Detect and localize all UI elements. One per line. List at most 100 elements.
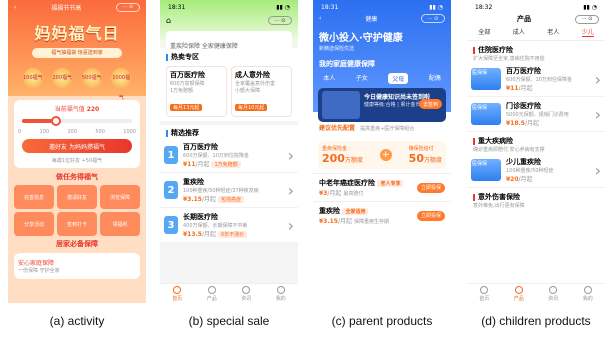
green-header: 18:31 ▮▮ ◔ ⌂ ··· ⊙ 重疾险保障 全家健康保障 [160, 0, 298, 54]
tab-mine[interactable]: 我的 [583, 285, 593, 302]
tab-news[interactable]: 资讯 [548, 285, 558, 302]
mini-program-capsule[interactable]: ··· ⊙ [115, 2, 140, 12]
chevron-right-icon: › [287, 145, 294, 165]
tab-child[interactable]: 子女 [356, 73, 368, 84]
task-card[interactable]: 分享活动 [14, 212, 54, 236]
tab-senior[interactable]: 老人 [547, 27, 559, 37]
progress-slider [22, 116, 132, 126]
chevron-right-icon: › [594, 104, 601, 124]
invite-button[interactable]: 邀好友 为妈妈攒福气 [22, 139, 132, 153]
product-row[interactable]: 重疾险 全家适用 ¥3.15/月起 保障重疾生存期 立即投保 [313, 201, 451, 229]
tab-mine[interactable]: 我的 [276, 285, 286, 302]
tab-all[interactable]: 全部 [478, 27, 490, 37]
mini-program-capsule[interactable]: ··· ⊙ [575, 14, 599, 24]
slider-tick: 1000 [123, 129, 136, 135]
chevron-right-icon: › [287, 180, 294, 200]
progress-card: 当前福气值 220 0 100 200 500 1000 邀好友 为妈妈攒福气 … [14, 100, 140, 168]
headline: 微小投入·守护健康 [319, 33, 403, 44]
status-time: 18:31 [168, 3, 186, 11]
campaign-title: 妈妈福气日 [34, 24, 120, 43]
zone-card[interactable]: 成人意外险 全家覆盖意外伤害 小额大保障 每月10元起 [231, 66, 292, 117]
banner-illustration [322, 91, 360, 119]
caption-children-products: (d) children products [481, 314, 591, 328]
chevron-right-icon: › [287, 215, 294, 235]
tab-home[interactable]: 首页 [172, 285, 182, 302]
caption-special-sale: (b) special sale [188, 314, 270, 328]
blue-header: 18:31 ▮▮ ◔ ‹ 健康 ··· ⊙ 微小投入·守护健康 新精选保险优选 我… [313, 0, 451, 122]
tab-home[interactable]: 首页 [479, 285, 489, 302]
age-tabs: 全部 成人 老人 少儿 [467, 24, 605, 41]
status-time: 18:31 [321, 3, 339, 11]
status-icons: ▮▮ ◔ [429, 3, 443, 11]
mini-program-capsule[interactable]: ··· ⊙ [268, 16, 292, 25]
children-products-screen: 18:32 ▮▮ ◔ 产品 ··· ⊙ 全部 成人 老人 少儿 住院医疗险 扩大保… [467, 0, 605, 303]
guard-text: 安心家庭保障 [18, 260, 55, 267]
task-card[interactable]: 领福利 [100, 212, 140, 236]
nav-title: 福福节节高 [51, 4, 82, 12]
product-row[interactable]: 中老年癌症医疗险 老人专享 ¥3/月起 最高赔付 立即投保 [313, 173, 451, 201]
section-hospital: 住院医疗险 扩大保障至全家,患病住院不用愁 [473, 46, 545, 62]
tab-parents[interactable]: 父母 [388, 73, 409, 84]
hot-zone-title: 热卖专区 [171, 53, 199, 61]
caption-parent-products: (c) parent products [331, 314, 433, 328]
task-section-title: 做任务得福气 [56, 173, 98, 181]
product-thumbnail: 医保保 [471, 159, 501, 181]
tab-news[interactable]: 资讯 [241, 285, 251, 302]
coin-reward[interactable]: 1000福气 [111, 68, 132, 101]
task-card[interactable]: 浏览保障 [100, 185, 140, 209]
product-item[interactable]: 医保保 百万医疗险 600万保额、10万到住保障金 ¥11/月起 › [467, 62, 605, 97]
home-icon[interactable]: ⌂ [166, 16, 171, 25]
task-card[interactable]: 邀请好友 [57, 185, 97, 209]
campaign-subtitle: 福气抽福袋 惊喜送到家 [32, 48, 122, 58]
nav-title: 健康 [365, 16, 378, 23]
checkin-banner[interactable]: 今日健康知识尚未签到啦 健康等级:合格 | 累计金币:30 去签到 [318, 88, 446, 122]
guard-card[interactable]: 安心家庭保障 一份保障 守护全家 [14, 253, 140, 279]
headline-sub: 新精选保险优选 [319, 46, 355, 52]
coin-reward[interactable]: 200福气 [52, 68, 73, 88]
task-card[interactable]: 完善信息 [14, 185, 54, 209]
coin-reward[interactable]: 500福气 [81, 68, 102, 88]
zone-card[interactable]: 百万医疗险 600万高额保障 1万免赔额 每月13元起 [166, 66, 227, 117]
buy-button[interactable]: 立即投保 [416, 210, 445, 221]
slider-tick: 0 [18, 129, 22, 135]
hot-zone: 热卖专区 百万医疗险 600万高额保障 1万免赔额 每月13元起 成人意外险 全… [160, 48, 298, 121]
slider-tick: 100 [39, 129, 50, 135]
pick-item[interactable]: 3 长期医疗险 400万保额、长期保障不中断 ¥13.5/月起 6年不涨价 › [160, 208, 298, 243]
task-card[interactable]: 签到打卡 [57, 212, 97, 236]
caption-activity: (a) activity [49, 314, 105, 328]
activity-screen: ‹ 福福节节高 ··· ⊙ 妈妈福气日 福气抽福袋 惊喜送到家 100福气 20… [8, 0, 146, 303]
pick-item[interactable]: 1 百万医疗险 600万保额、10万到住院降金 ¥11/月起 1万免赔额 › [160, 138, 298, 173]
combo-card[interactable]: 重疾保险金 200万额度 + 赚保险给付 50万额度 [318, 141, 446, 169]
tab-children[interactable]: 少儿 [581, 27, 594, 37]
bottom-tab-bar: 首页 产品 资讯 我的 [160, 283, 298, 303]
family-section-title: 我的家庭健康保障 [319, 60, 375, 68]
family-tabs: 本人 子女 父母 配偶 [313, 73, 451, 84]
task-grid: 完善信息 邀请好友 浏览保障 分享活动 签到打卡 领福利 [8, 185, 146, 236]
slider-tick: 500 [95, 129, 105, 135]
tab-spouse[interactable]: 配偶 [429, 73, 441, 84]
checkin-button[interactable]: 去签到 [418, 99, 442, 109]
product-item[interactable]: 医保保 门诊医疗险 5000元保额、报销门诊费用 ¥18.5/月起 › [467, 97, 605, 132]
activity-header: ‹ 福福节节高 ··· ⊙ 妈妈福气日 福气抽福袋 惊喜送到家 100福气 20… [8, 0, 146, 101]
progress-value: 220 [86, 106, 100, 113]
tab-products[interactable]: 产品 [207, 285, 217, 302]
chevron-right-icon: › [594, 69, 601, 89]
back-icon[interactable]: ‹ [14, 4, 16, 11]
back-icon[interactable]: ‹ [319, 15, 321, 22]
product-item[interactable]: 医保保 少儿重疾险 100种重疾/50种轻症 ¥20/月起 › [467, 153, 605, 188]
picks-title: 精选推荐 [171, 129, 199, 137]
buy-button[interactable]: 立即投保 [416, 182, 445, 193]
pick-item[interactable]: 2 重疾险 100种重疾/50种轻症/37种疾发病 ¥3.15/月起 包括癌症 … [160, 173, 298, 208]
tab-adult[interactable]: 成人 [513, 27, 525, 37]
tab-self[interactable]: 本人 [323, 73, 335, 84]
picks-section: 精选推荐 [160, 125, 298, 138]
progress-label: 当前福气值 [54, 106, 85, 113]
tab-products[interactable]: 产品 [514, 285, 524, 302]
bottom-tab-bar: 首页 产品 资讯 我的 [467, 283, 605, 303]
coin-reward[interactable]: 100福气 [22, 68, 43, 88]
product-thumbnail: 医保保 [471, 68, 501, 90]
plus-icon: + [379, 149, 392, 161]
special-sale-screen: 18:31 ▮▮ ◔ ⌂ ··· ⊙ 重疾险保障 全家健康保障 热卖专区 百万医疗… [160, 0, 298, 303]
product-thumbnail: 医保保 [471, 103, 501, 125]
mini-program-capsule[interactable]: ··· ⊙ [420, 14, 445, 23]
